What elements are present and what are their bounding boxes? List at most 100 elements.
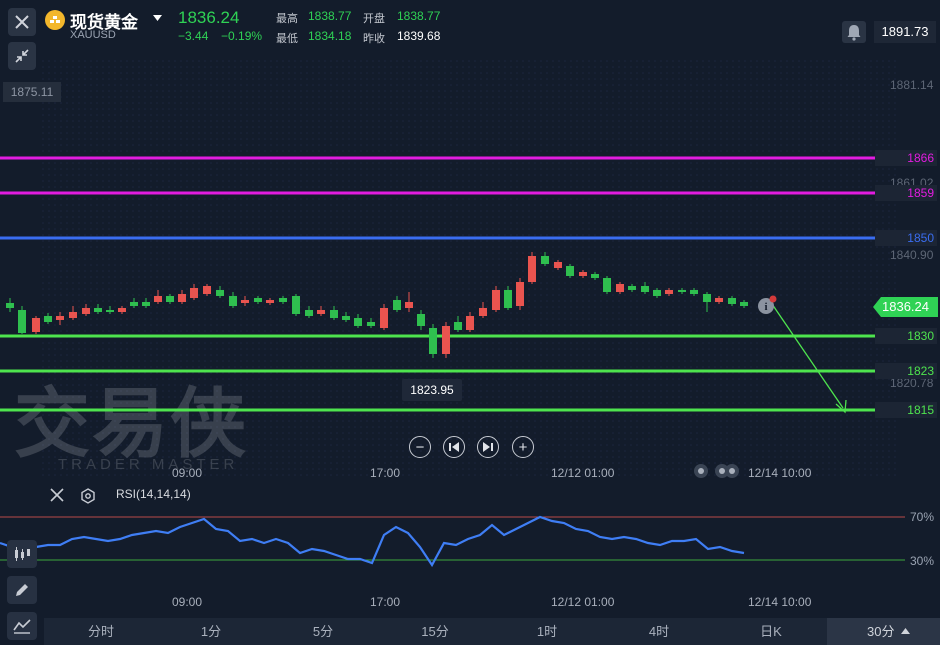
price-chart[interactable]: i [0,0,940,480]
candlestick [541,252,549,266]
candlestick [393,296,401,312]
active-timeframe-label: 30分 [867,624,895,639]
zoom-in-button[interactable]: + [512,436,534,458]
candlestick [69,306,77,320]
trend-line-icon [13,619,31,634]
candlestick [241,296,249,306]
zoom-out-button[interactable]: − [409,436,431,458]
candlestick [380,304,388,330]
candlestick [254,296,262,304]
svg-text:i: i [764,301,767,313]
time-label: 12/12 01:00 [551,466,615,480]
candlestick [728,296,736,306]
plus-icon: + [518,438,528,456]
candles-icon [15,547,30,561]
candlestick [665,288,673,296]
candlestick [603,276,611,294]
candlestick [703,292,711,312]
candlestick [154,290,162,304]
candlestick [492,286,500,312]
candlestick [292,294,300,316]
indicator-tool-button[interactable] [7,540,37,568]
candlestick [641,282,649,294]
level-tag: 1850 [875,230,937,246]
chevron-up-icon [901,628,910,634]
candlestick [330,306,338,320]
candlestick [203,284,211,296]
timeframe-bar: 分时 1分 5分 15分 1时 4时 日K 30分 [44,618,940,645]
tab-timeframe[interactable]: 15分 [405,618,465,645]
candlestick [591,272,599,280]
tab-timeframe[interactable]: 分时 [71,618,131,645]
candlestick [504,286,512,310]
candlestick [405,292,413,312]
tab-timeframe-active[interactable]: 30分 [827,618,940,645]
line-tool-button[interactable] [7,612,37,640]
time-label: 09:00 [172,466,203,480]
rsi-chart[interactable] [0,505,940,585]
skip-forward-icon [483,442,493,452]
tab-timeframe[interactable]: 5分 [293,618,353,645]
pencil-icon [16,584,28,596]
minus-icon: − [415,438,425,456]
candlestick [715,296,723,304]
time-label: 17:00 [370,466,401,480]
candlestick [6,298,14,312]
candlestick [367,318,375,328]
candlestick [628,284,636,292]
draw-tool-button[interactable] [7,576,37,604]
candlestick [216,286,224,298]
tab-timeframe[interactable]: 1时 [517,618,577,645]
level-tag: 1859 [875,185,937,201]
scroll-end-button[interactable] [477,436,499,458]
level-tag: 1823 [875,363,937,379]
candlestick [354,314,362,328]
tab-timeframe[interactable]: 1分 [181,618,241,645]
candlestick [442,322,450,358]
candlestick [429,324,437,358]
time-label: 17:00 [370,595,401,609]
candlestick [142,298,150,308]
candlestick [678,288,686,294]
time-label: 09:00 [172,595,203,609]
candlestick [166,294,174,304]
candlestick [32,316,40,334]
candlestick [616,282,624,294]
gear-icon[interactable] [80,488,96,504]
scroll-start-button[interactable] [443,436,465,458]
tab-timeframe[interactable]: 日K [741,618,801,645]
candlestick [466,312,474,332]
time-label: 12/14 10:00 [748,466,812,480]
candlestick [82,304,90,316]
candlestick [528,252,536,284]
current-price-tag: 1836.24 [873,297,938,317]
candlestick [554,260,562,270]
rsi-series-line [0,515,745,568]
candlestick [417,310,425,330]
close-indicator-icon[interactable] [50,488,64,502]
candlestick [56,312,64,325]
candlestick [317,306,325,316]
tab-timeframe[interactable]: 4时 [629,618,689,645]
candlestick [44,313,52,324]
candlestick [740,300,748,308]
level-tag: 1866 [875,150,937,166]
forecast-arrow [771,303,847,414]
candlestick [579,270,587,278]
candlestick [266,298,274,305]
candlestick [130,298,138,308]
level-tag: 1830 [875,328,937,344]
candlestick [94,304,102,314]
event-markers[interactable] [692,463,744,479]
rsi-lower-label: 30% [910,554,935,568]
skip-back-icon [449,442,459,452]
level-tag: 1815 [875,402,937,418]
candlestick [479,302,487,318]
info-marker[interactable]: i [758,295,777,315]
candlestick [106,306,114,314]
candlestick [305,306,313,318]
candlestick [566,264,574,278]
candlestick [690,288,698,296]
candlestick [178,290,186,304]
candlestick [454,316,462,332]
